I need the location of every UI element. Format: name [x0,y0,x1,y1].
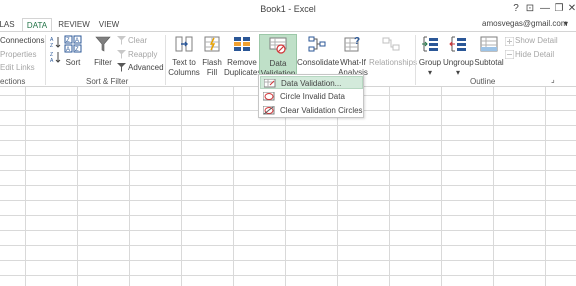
svg-text:A: A [75,38,79,44]
ungroup-label: Ungroup [443,58,474,67]
relationships-icon [369,35,413,56]
sort-icon: ZAAZ [62,35,84,56]
what-if-label-1: What-If [340,58,366,67]
user-account-caret-icon[interactable]: ▾ [564,19,568,28]
svg-text:Z: Z [66,38,70,44]
remove-duplicates-icon [224,35,260,56]
group-divider [415,35,416,85]
consolidate-label: Consolidate [297,58,340,67]
consolidate-icon [297,35,337,56]
sort-az-icon[interactable]: AZ [50,36,62,50]
show-detail-button[interactable]: Show Detail [515,36,558,45]
connections-group-label: ections [0,77,26,86]
outline-group-label: Outline [470,77,496,86]
hide-detail-icon [504,49,515,61]
show-detail-icon [504,36,515,48]
data-validation-menu: Data Validation... Circle Invalid Data C… [258,74,364,118]
properties-button[interactable]: Properties [0,50,36,59]
user-account[interactable]: amosvegas@gmail.com [482,19,567,28]
relationships-button[interactable]: Relationships [369,34,417,76]
group-icon [418,35,442,56]
advanced-filter-icon [117,63,126,74]
sort-filter-group-label: Sort & Filter [86,77,129,86]
hide-detail-button[interactable]: Hide Detail [515,50,554,59]
filter-icon [92,35,114,56]
window-title: Book1 - Excel [260,4,316,14]
flash-fill-label-2: Fill [206,68,218,77]
subtotal-label: Subtotal [474,58,504,67]
relationships-label: Relationships [369,58,418,67]
reapply-button[interactable]: Reapply [128,50,157,59]
flash-fill-button[interactable]: Flash Fill [201,34,223,77]
chevron-down-icon: ▾ [455,68,460,77]
group-divider [45,35,46,85]
chevron-down-icon: ▾ [427,68,432,77]
advanced-button[interactable]: Advanced [128,63,164,72]
ungroup-button[interactable]: Ungroup ▾ [443,34,474,77]
text-to-columns-button[interactable]: Text to Columns [168,34,200,77]
menu-item-data-validation-label: Data Validation... [281,79,342,88]
sort-za-icon[interactable]: ZA [50,51,62,65]
svg-text:Z: Z [75,47,79,53]
menu-item-data-validation[interactable]: Data Validation... [260,76,363,89]
sort-label: Sort [65,58,81,67]
sort-button[interactable]: ZAAZ Sort [62,34,84,76]
title-bar: Book1 - Excel ? ⊡ — ❐ ✕ [0,0,576,18]
menu-item-circle-invalid-label: Circle Invalid Data [280,92,345,101]
group-divider [165,35,166,85]
flash-fill-label-1: Flash [202,58,222,67]
what-if-analysis-button[interactable]: ? What-If Analysis ▾ [337,34,369,87]
tab-view[interactable]: VIEW [96,18,122,32]
group-label: Group [418,58,442,67]
group-button[interactable]: Group ▾ [418,34,442,77]
clear-filter-icon [117,36,126,47]
menu-item-clear-circles-label: Clear Validation Circles [280,106,363,115]
outline-dialog-launcher-icon[interactable]: ⌟ [551,75,555,84]
consolidate-button[interactable]: Consolidate [297,34,340,76]
subtotal-button[interactable]: Subtotal [474,34,504,76]
connections-button[interactable]: Connections [0,36,44,45]
text-to-columns-icon [168,35,200,56]
text-to-columns-label-1: Text to [172,58,196,67]
data-validation-label-1: Data [269,59,287,68]
tab-data[interactable]: DATA [22,18,52,32]
clear-circles-icon [262,105,275,119]
data-validation-icon [260,36,296,57]
tab-formulas[interactable]: LAS [0,18,16,32]
tab-review[interactable]: REVIEW [58,18,90,32]
ungroup-icon [443,35,473,56]
close-button[interactable]: ✕ [564,2,576,15]
svg-text:Z: Z [50,43,53,48]
text-to-columns-label-2: Columns [168,68,200,77]
remove-duplicates-label-2: Duplicates [224,68,262,77]
reapply-icon [117,50,126,61]
data-validation-button[interactable]: Data Validation ▾ [259,34,297,88]
svg-text:?: ? [354,36,360,47]
filter-button[interactable]: Filter [92,34,114,76]
ribbon-display-options-button[interactable]: ⊡ [522,2,538,15]
subtotal-icon [474,35,504,56]
svg-text:A: A [66,47,70,53]
what-if-analysis-icon: ? [337,35,369,56]
edit-links-button[interactable]: Edit Links [0,63,35,72]
ribbon-tabs: LAS DATA REVIEW VIEW amosvegas@gmail.com… [0,18,576,32]
menu-item-clear-validation-circles[interactable]: Clear Validation Circles [260,104,363,117]
remove-duplicates-label-1: Remove [227,58,257,67]
filter-label: Filter [94,58,112,67]
remove-duplicates-button[interactable]: Remove Duplicates [224,34,262,77]
clear-button[interactable]: Clear [128,36,147,45]
flash-fill-icon [201,35,223,56]
menu-item-circle-invalid-data[interactable]: Circle Invalid Data [260,90,363,103]
svg-text:A: A [50,58,54,63]
